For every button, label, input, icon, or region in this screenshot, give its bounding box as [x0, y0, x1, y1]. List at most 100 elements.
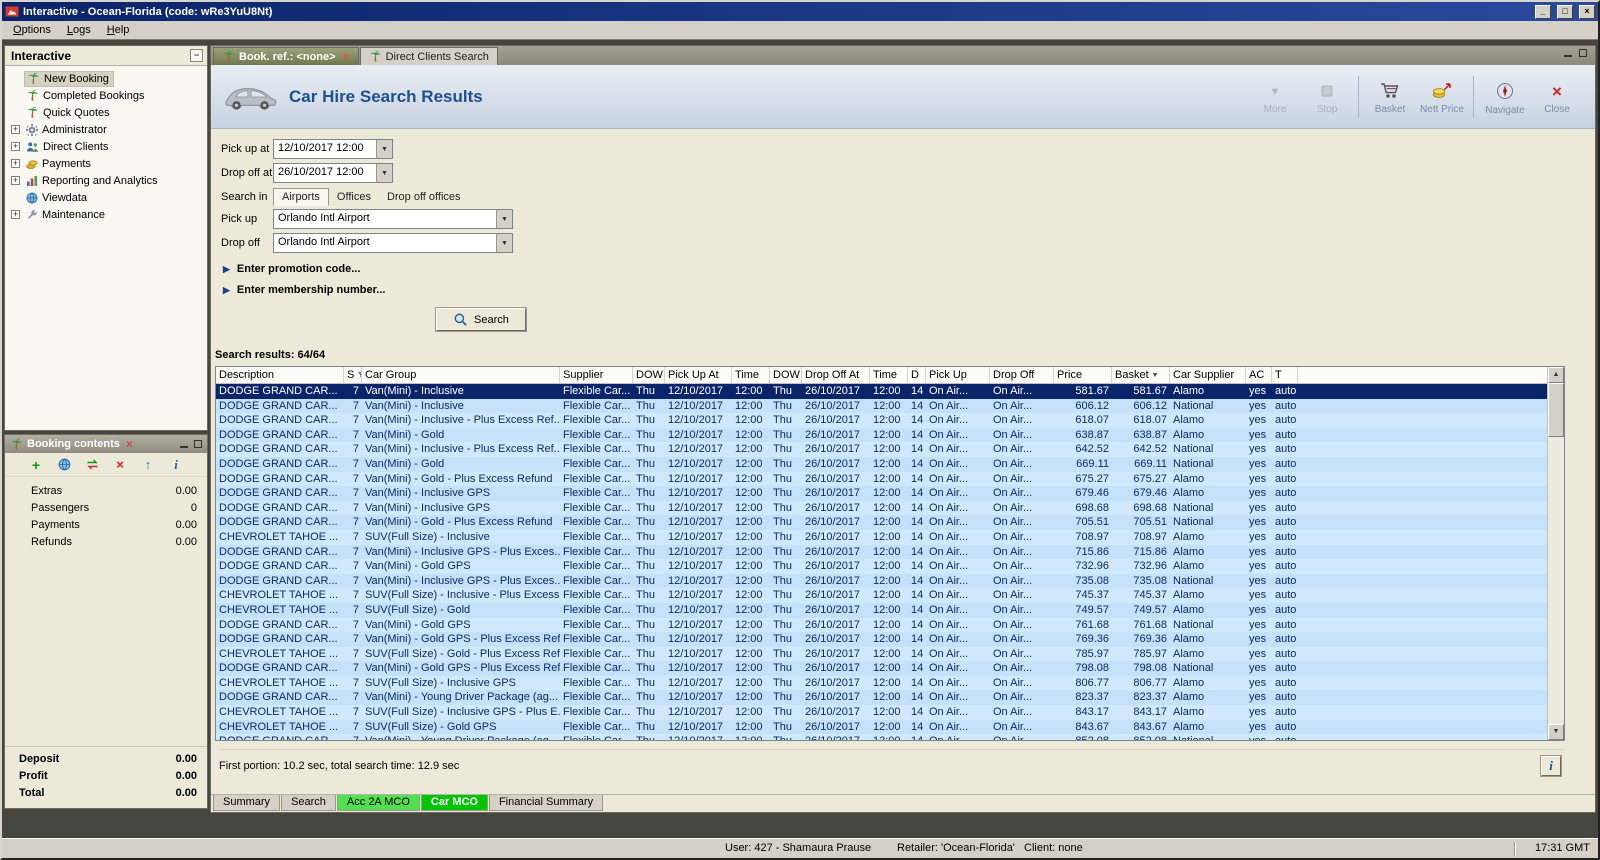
result-row[interactable]: DODGE GRAND CAR...7Van(Mini) - Inclusive…: [216, 501, 1547, 516]
chevron-down-icon[interactable]: ▼: [376, 164, 392, 182]
column-header-dow-4[interactable]: DOW: [633, 367, 665, 383]
close-panel-icon[interactable]: ×: [126, 437, 133, 451]
chevron-down-icon[interactable]: ▼: [496, 234, 512, 252]
result-row[interactable]: DODGE GRAND CAR...7Van(Mini) - Young Dri…: [216, 734, 1547, 740]
scroll-down-icon[interactable]: ▼: [1548, 724, 1564, 740]
tab-close-icon[interactable]: ×: [343, 50, 350, 64]
tab-book-ref-none[interactable]: Book. ref.: <none>×: [213, 47, 359, 65]
expand-icon[interactable]: +: [11, 159, 20, 168]
mdi-minimize-icon[interactable]: [1564, 55, 1572, 57]
sidebar-item-new-booking[interactable]: New Booking: [7, 70, 205, 87]
result-row[interactable]: DODGE GRAND CAR...7Van(Mini) - Inclusive…: [216, 442, 1547, 457]
bottom-tab-financial-summary[interactable]: Financial Summary: [489, 795, 603, 811]
nett-price-button[interactable]: Nett Price: [1416, 78, 1468, 116]
expand-icon[interactable]: +: [11, 142, 20, 151]
close-button[interactable]: ×Close: [1531, 79, 1583, 115]
tab-direct-clients-search[interactable]: Direct Clients Search: [360, 47, 498, 65]
restore-panel-icon[interactable]: [194, 440, 202, 448]
searchin-tab-airports[interactable]: Airports: [273, 188, 329, 206]
result-row[interactable]: DODGE GRAND CAR...7Van(Mini) - Inclusive…: [216, 574, 1547, 589]
result-row[interactable]: DODGE GRAND CAR...7Van(Mini) - Inclusive…: [216, 486, 1547, 501]
info-icon[interactable]: i: [168, 457, 184, 473]
column-header-pick-up-11[interactable]: Pick Up: [926, 367, 990, 383]
minimize-window-button[interactable]: _: [1535, 5, 1551, 19]
result-row[interactable]: DODGE GRAND CAR...7Van(Mini) - Inclusive…: [216, 384, 1547, 399]
world-icon[interactable]: [56, 457, 72, 473]
chevron-down-icon[interactable]: ▼: [376, 140, 392, 158]
expand-icon[interactable]: +: [11, 176, 20, 185]
close-window-button[interactable]: ×: [1579, 5, 1595, 19]
dropoff-location-combo[interactable]: Orlando Intl Airport ▼: [273, 233, 513, 253]
result-row[interactable]: DODGE GRAND CAR...7Van(Mini) - Inclusive…: [216, 399, 1547, 414]
column-header-d-10[interactable]: D: [908, 367, 926, 383]
result-row[interactable]: CHEVROLET TAHOE ...7SUV(Full Size) - Inc…: [216, 588, 1547, 603]
result-row[interactable]: CHEVROLET TAHOE ...7SUV(Full Size) - Gol…: [216, 647, 1547, 662]
column-header-description-0[interactable]: Description: [216, 367, 344, 383]
result-row[interactable]: DODGE GRAND CAR...7Van(Mini) - GoldFlexi…: [216, 428, 1547, 443]
result-row[interactable]: DODGE GRAND CAR...7Van(Mini) - Inclusive…: [216, 413, 1547, 428]
column-header-basket-14[interactable]: Basket▼: [1112, 367, 1170, 383]
result-row[interactable]: DODGE GRAND CAR...7Van(Mini) - Gold - Pl…: [216, 472, 1547, 487]
result-row[interactable]: DODGE GRAND CAR...7Van(Mini) - Gold GPSF…: [216, 618, 1547, 633]
menu-logs[interactable]: Logs: [59, 22, 99, 38]
pickup-at-combo[interactable]: 12/10/2017 12:00 ▼: [273, 139, 393, 159]
dropoff-at-combo[interactable]: 26/10/2017 12:00 ▼: [273, 163, 393, 183]
search-button[interactable]: Search: [436, 308, 526, 331]
mdi-restore-icon[interactable]: [1579, 49, 1587, 57]
result-row[interactable]: CHEVROLET TAHOE ...7SUV(Full Size) - Inc…: [216, 705, 1547, 720]
column-header-time-6[interactable]: Time: [732, 367, 770, 383]
membership-number-expander[interactable]: ▶ Enter membership number...: [223, 282, 1595, 298]
column-header-car-supplier-15[interactable]: Car Supplier: [1170, 367, 1246, 383]
add-icon[interactable]: +: [28, 457, 44, 473]
minimize-panel-icon[interactable]: [180, 446, 188, 448]
pickup-location-combo[interactable]: Orlando Intl Airport ▼: [273, 209, 513, 229]
expand-icon[interactable]: +: [11, 125, 20, 134]
result-row[interactable]: CHEVROLET TAHOE ...7SUV(Full Size) - Gol…: [216, 720, 1547, 735]
menu-help[interactable]: Help: [99, 22, 138, 38]
scrollbar-track[interactable]: [1548, 383, 1564, 724]
result-row[interactable]: CHEVROLET TAHOE ...7SUV(Full Size) - Inc…: [216, 676, 1547, 691]
collapse-panel-icon[interactable]: −: [190, 49, 203, 62]
scrollbar-thumb[interactable]: [1548, 383, 1564, 437]
maximize-window-button[interactable]: □: [1557, 5, 1573, 19]
transfer-icon[interactable]: [84, 457, 100, 473]
searchin-tab-drop-off-offices[interactable]: Drop off offices: [379, 189, 469, 205]
result-row[interactable]: DODGE GRAND CAR...7Van(Mini) - Inclusive…: [216, 545, 1547, 560]
searchin-tab-offices[interactable]: Offices: [329, 189, 379, 205]
bottom-tab-summary[interactable]: Summary: [213, 795, 280, 811]
column-header-price-13[interactable]: Price: [1054, 367, 1112, 383]
bottom-tab-car-mco[interactable]: Car MCO: [421, 795, 488, 811]
result-row[interactable]: DODGE GRAND CAR...7Van(Mini) - Gold GPS …: [216, 632, 1547, 647]
column-header-car-group-2[interactable]: Car Group: [362, 367, 560, 383]
delete-icon[interactable]: ×: [112, 457, 128, 473]
chevron-down-icon[interactable]: ▼: [496, 210, 512, 228]
result-row[interactable]: CHEVROLET TAHOE ...7SUV(Full Size) - Gol…: [216, 603, 1547, 618]
column-header-drop-off-at-8[interactable]: Drop Off At: [802, 367, 870, 383]
column-header-supplier-3[interactable]: Supplier: [560, 367, 633, 383]
sidebar-item-direct-clients[interactable]: +Direct Clients: [7, 138, 205, 155]
column-header-time-9[interactable]: Time: [870, 367, 908, 383]
column-header-t-17[interactable]: T: [1272, 367, 1298, 383]
column-header-drop-off-12[interactable]: Drop Off: [990, 367, 1054, 383]
menu-options[interactable]: Options: [5, 22, 59, 38]
column-header-ac-16[interactable]: AC: [1246, 367, 1272, 383]
sidebar-item-viewdata[interactable]: Viewdata: [7, 189, 205, 206]
result-row[interactable]: DODGE GRAND CAR...7Van(Mini) - Gold - Pl…: [216, 515, 1547, 530]
basket-button[interactable]: Basket: [1364, 78, 1416, 116]
sidebar-item-maintenance[interactable]: +Maintenance: [7, 206, 205, 223]
result-row[interactable]: DODGE GRAND CAR...7Van(Mini) - Gold GPSF…: [216, 559, 1547, 574]
info-button[interactable]: i: [1541, 756, 1561, 776]
sidebar-item-reporting-and-analytics[interactable]: +Reporting and Analytics: [7, 172, 205, 189]
vertical-scrollbar[interactable]: ▲ ▼: [1547, 367, 1564, 740]
promotion-code-expander[interactable]: ▶ Enter promotion code...: [223, 261, 1595, 277]
sidebar-item-payments[interactable]: +Payments: [7, 155, 205, 172]
result-row[interactable]: DODGE GRAND CAR...7Van(Mini) - GoldFlexi…: [216, 457, 1547, 472]
scroll-up-icon[interactable]: ▲: [1548, 367, 1564, 383]
column-header-s-1[interactable]: S: [344, 367, 362, 383]
result-row[interactable]: CHEVROLET TAHOE ...7SUV(Full Size) - Inc…: [216, 530, 1547, 545]
expand-icon[interactable]: +: [11, 210, 20, 219]
bottom-tab-acc-2a-mco[interactable]: Acc 2A MCO: [337, 795, 420, 811]
result-row[interactable]: DODGE GRAND CAR...7Van(Mini) - Gold GPS …: [216, 661, 1547, 676]
result-row[interactable]: DODGE GRAND CAR...7Van(Mini) - Young Dri…: [216, 690, 1547, 705]
sidebar-item-administrator[interactable]: +Administrator: [7, 121, 205, 138]
